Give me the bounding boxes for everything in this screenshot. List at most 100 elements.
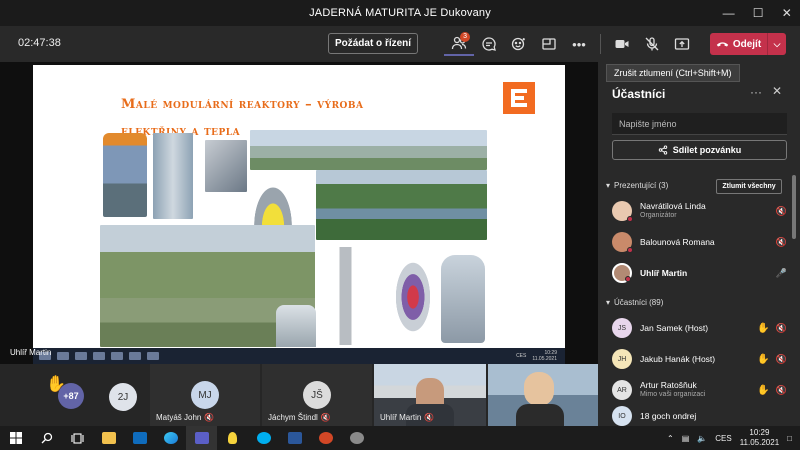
video-gallery: ✋ +87 2J MJ Matyáš John 🔇 JŠ Jáchym Štind…: [0, 364, 598, 426]
attendees-section-toggle[interactable]: ▾ Účastníci (89): [606, 298, 663, 307]
taskbar-clock[interactable]: 10:29 11.05.2021: [740, 428, 779, 448]
avatar: [612, 232, 633, 253]
search-input[interactable]: [612, 113, 787, 135]
search-icon: [41, 432, 52, 444]
outlook-button[interactable]: [124, 426, 155, 450]
call-controls-bar: 02:47:38 Požádat o řízení 3 ••• Odejít ⌵: [0, 26, 800, 62]
shared-clock: 10:29 11.05.2021: [532, 350, 557, 362]
minimize-button[interactable]: —: [723, 6, 735, 20]
more-actions-button[interactable]: •••: [564, 32, 594, 56]
keyboard-language[interactable]: CES: [715, 434, 731, 443]
reactor-diagram-1: [325, 247, 373, 345]
participant-name: Jáchym Štindl: [268, 413, 318, 422]
reactions-button[interactable]: [504, 32, 534, 56]
participant-tile[interactable]: 2J: [105, 364, 150, 426]
panel-more-button[interactable]: ···: [750, 85, 762, 99]
rooms-button[interactable]: [534, 32, 564, 56]
notifications-icon[interactable]: □: [787, 434, 792, 443]
teams-button[interactable]: [186, 426, 217, 450]
participant-row[interactable]: Navrátilová Linda Organizátor 🔇: [612, 198, 787, 224]
start-button[interactable]: [0, 426, 31, 450]
shared-lang: CES: [516, 353, 527, 359]
snipping-tool-button[interactable]: [341, 426, 372, 450]
shared-date: 11.05.2021: [532, 356, 557, 362]
chat-button[interactable]: [474, 32, 504, 56]
close-window-button[interactable]: ✕: [782, 6, 792, 20]
raised-hands-count: +87: [58, 383, 84, 409]
skype-button[interactable]: [248, 426, 279, 450]
folder-icon: [101, 432, 116, 444]
participant-tile[interactable]: MJ Matyáš John 🔇: [150, 364, 260, 426]
avatar: [612, 201, 633, 222]
participant-row[interactable]: JS Jan Samek (Host) ✋ 🔇: [612, 315, 787, 341]
taskbar-date: 11.05.2021: [739, 438, 780, 447]
person-shirt: [516, 404, 564, 426]
participant-name: Matyáš John: [156, 413, 202, 422]
participant-tile[interactable]: JŠ Jáchym Štindl 🔇: [262, 364, 372, 426]
camera-button[interactable]: [607, 32, 637, 56]
mic-off-icon: 🔇: [775, 236, 787, 247]
taskbar-time: 10:29: [749, 428, 770, 437]
participant-name: Jan Samek (Host): [640, 323, 709, 333]
presenters-section-toggle[interactable]: ▾ Prezentující (3): [606, 181, 668, 190]
unmute-button[interactable]: [637, 32, 667, 56]
participant-row[interactable]: AR Artur Ratošňuk Mimo vaši organizaci ✋…: [612, 377, 787, 403]
shared-screen-stage: Malé modulární reaktory – výroba elektři…: [0, 62, 598, 364]
lightbulb-icon: [228, 432, 237, 444]
chevron-down-icon: ▾: [606, 298, 611, 307]
participants-button[interactable]: 3: [444, 32, 474, 56]
participant-row[interactable]: IO 18 goch ondrej: [612, 406, 787, 426]
share-icon: [658, 145, 667, 155]
participant-row[interactable]: Balounová Romana 🔇: [612, 229, 787, 255]
panel-title: Účastníci: [612, 87, 666, 101]
chevron-up-icon[interactable]: ⌃: [667, 434, 674, 443]
phone-hangup-icon: [716, 42, 729, 47]
participant-role: Organizátor: [640, 212, 677, 219]
participant-role: Mimo vaši organizaci: [640, 391, 706, 398]
mic-off-icon: 🔇: [775, 322, 787, 333]
powerpoint-icon: [318, 432, 333, 444]
chevron-down-icon: ▾: [606, 181, 611, 190]
mute-all-button[interactable]: Ztlumit všechny: [716, 179, 782, 194]
leave-options-chevron-icon[interactable]: ⌵: [768, 39, 786, 50]
avatar: IO: [612, 406, 632, 426]
leave-call-button[interactable]: Odejít ⌵: [710, 33, 786, 55]
microphone-icon: 🎤: [775, 267, 787, 278]
video-tile[interactable]: Uhlíř Martin 🔇: [374, 364, 486, 426]
word-icon: [287, 432, 302, 444]
panel-scrollbar[interactable]: [792, 175, 796, 239]
tips-button[interactable]: [217, 426, 248, 450]
shared-screen-taskbar: CES 10:29 11.05.2021: [33, 348, 565, 364]
panel-close-button[interactable]: ✕: [772, 84, 782, 98]
word-button[interactable]: [279, 426, 310, 450]
raised-hand-icon: ✋: [757, 322, 770, 334]
reactor-model-image-3: [205, 140, 247, 192]
video-tile[interactable]: [488, 364, 598, 426]
participant-row[interactable]: Uhlíř Martin 🎤: [612, 260, 787, 286]
toolbar-divider: [600, 34, 601, 54]
edge-button[interactable]: [155, 426, 186, 450]
request-control-button[interactable]: Požádat o řízení: [328, 33, 418, 54]
cooling-tower-image: [276, 305, 316, 347]
skype-icon: [256, 432, 271, 444]
share-invite-button[interactable]: Sdílet pozvánku: [612, 140, 787, 160]
raised-hand-icon: ✋: [757, 384, 770, 396]
chat-icon: [482, 37, 496, 51]
search-button[interactable]: [31, 426, 62, 450]
participant-name: 18 goch ondrej: [640, 411, 697, 421]
participant-name: Artur Ratošňuk: [640, 380, 697, 390]
volume-icon[interactable]: 🔈: [697, 434, 707, 443]
powerpoint-button[interactable]: [310, 426, 341, 450]
task-view-button[interactable]: [62, 426, 93, 450]
window-title: JADERNÁ MATURITA JE Dukovany: [309, 7, 491, 19]
shared-app-icon: [129, 352, 141, 360]
share-screen-button[interactable]: [667, 32, 697, 56]
reactor-diagram-3: [441, 255, 485, 343]
network-icon[interactable]: ▤: [682, 434, 690, 443]
maximize-button[interactable]: ☐: [753, 6, 764, 20]
snipping-icon: [349, 432, 364, 444]
participant-row[interactable]: JH Jakub Hanák (Host) ✋ 🔇: [612, 346, 787, 372]
slide-title-line1: Malé modulární reaktory – výroba: [121, 97, 364, 112]
file-explorer-button[interactable]: [93, 426, 124, 450]
raised-hands-tile[interactable]: ✋ +87: [0, 364, 105, 426]
